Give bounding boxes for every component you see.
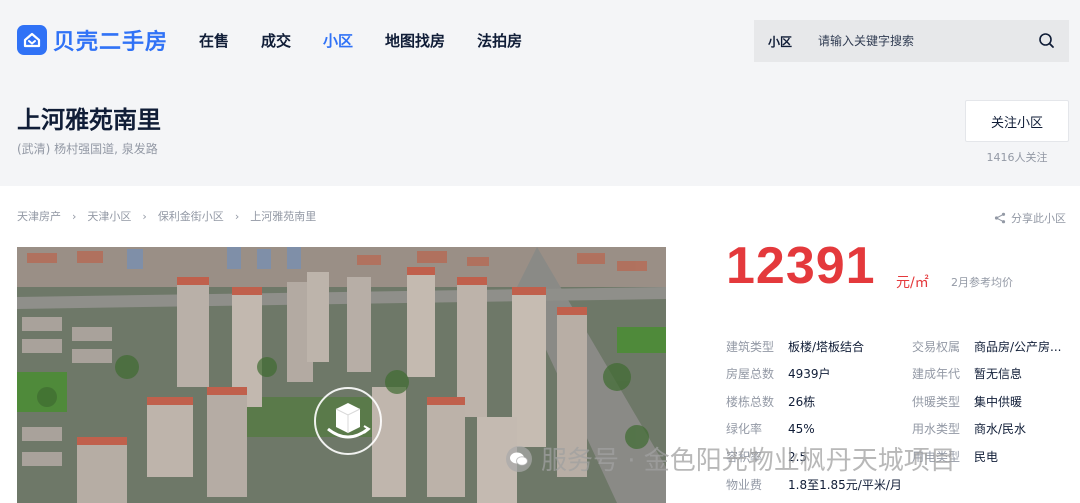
info-water: 用水类型 商水/民水 [912,420,1026,437]
info-value: 民电 [974,450,999,464]
info-label: 建筑类型 [726,340,775,354]
breadcrumb-item[interactable]: 天津房产 [17,208,61,224]
info-year-built: 建成年代 暂无信息 [912,365,1022,382]
info-label: 房屋总数 [726,367,775,381]
follow-count: 1416人关注 [986,151,1048,164]
watermark: 服务号 · 金色阳光物业枫丹天城项目 [505,440,956,477]
share-label: 分享此小区 [1011,212,1066,225]
share-community-link[interactable]: 分享此小区 [994,210,1066,226]
price-unit: 元/㎡ [896,275,929,291]
top-bar: 贝壳二手房 在售 成交 小区 地图找房 法拍房 小区 [0,0,1080,82]
community-address: (武清) 杨村强国道, 泉发路 [17,142,158,156]
follow-community-button[interactable]: 关注小区 [965,100,1069,142]
breadcrumb: 天津房产 › 天津小区 › 保利金街小区 › 上河雅苑南里 [17,208,316,224]
search-bar: 小区 [754,20,1069,62]
info-heating: 供暖类型 集中供暖 [912,393,1022,410]
info-value: 4939户 [788,367,831,381]
info-value: 商品房/公产房... [974,340,1062,354]
info-green-rate: 绿化率 45% [726,420,815,437]
search-button[interactable] [1025,20,1069,62]
info-ownership: 交易权属 商品房/公产房... [912,338,1062,355]
watermark-text: 服务号 · 金色阳光物业枫丹天城项目 [541,446,956,476]
price-note: 2月参考均价 [951,276,1013,289]
nav-item-community[interactable]: 小区 [323,30,353,51]
wechat-icon [506,445,532,472]
house-logo-icon [17,25,47,55]
chevron-right-icon: › [234,209,240,223]
share-icon [994,212,1006,224]
info-value: 板楼/塔板结合 [788,340,865,354]
main-nav: 在售 成交 小区 地图找房 法拍房 [199,30,554,51]
info-label: 绿化率 [726,422,763,436]
average-price: 12391 [726,237,876,295]
info-building-type: 建筑类型 板楼/塔板结合 [726,338,864,355]
nav-item-sold[interactable]: 成交 [261,30,291,51]
info-label: 物业费 [726,478,763,492]
breadcrumb-item[interactable]: 保利金街小区 [158,208,224,224]
community-header: 上河雅苑南里 (武清) 杨村强国道, 泉发路 关注小区 1416人关注 [0,82,1080,186]
info-value: 集中供暖 [974,395,1023,409]
search-input[interactable] [806,20,1025,62]
chevron-right-icon: › [72,209,77,223]
info-label: 建成年代 [912,367,961,381]
vr-cube-icon [327,403,371,439]
nav-item-auction[interactable]: 法拍房 [477,30,522,51]
info-households: 房屋总数 4939户 [726,365,831,382]
info-label: 交易权属 [912,340,961,354]
info-value: 1.8至1.85元/平米/月 [788,478,902,492]
chevron-right-icon: › [142,209,147,223]
search-scope-selector[interactable]: 小区 [754,33,806,50]
info-label: 用水类型 [912,422,961,436]
vr-tour-button[interactable] [314,387,382,455]
info-value: 商水/民水 [974,422,1027,436]
nav-item-for-sale[interactable]: 在售 [199,30,229,51]
nav-item-map-search[interactable]: 地图找房 [385,30,445,51]
info-label: 供暖类型 [912,395,961,409]
brand-logo[interactable]: 贝壳二手房 [17,24,168,56]
info-value: 暂无信息 [974,367,1023,381]
info-buildings: 楼栋总数 26栋 [726,393,815,410]
search-icon [1039,33,1054,48]
breadcrumb-item-current: 上河雅苑南里 [250,210,317,223]
info-label: 楼栋总数 [726,395,775,409]
info-value: 26栋 [788,395,816,409]
brand-name: 贝壳二手房 [53,30,169,55]
info-property-fee: 物业费 1.8至1.85元/平米/月 [726,476,902,493]
page-title: 上河雅苑南里 [17,106,161,134]
breadcrumb-item[interactable]: 天津小区 [87,208,131,224]
info-value: 45% [788,422,815,436]
